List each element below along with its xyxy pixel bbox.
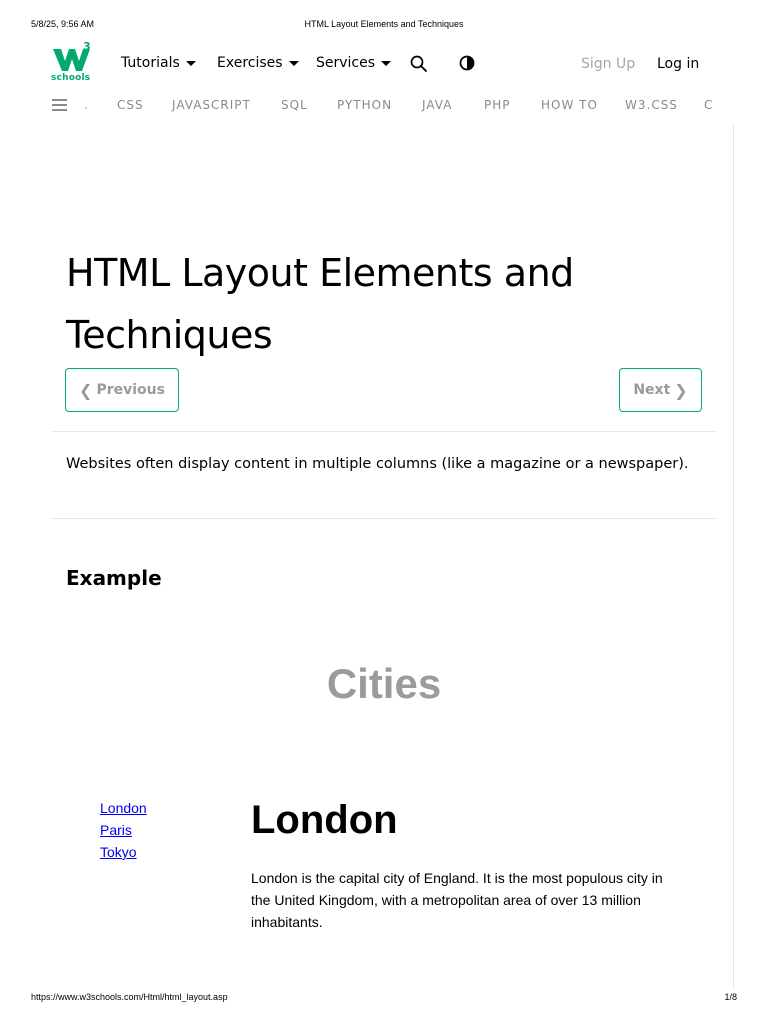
print-doc-title: HTML Layout Elements and Techniques xyxy=(304,19,464,29)
top-navbar: 3 schools Tutorials Exercises Services S… xyxy=(0,40,768,90)
print-page-number: 1/8 xyxy=(724,992,737,1002)
page-title: HTML Layout Elements and Techniques xyxy=(66,242,706,366)
subnav-item-w3css[interactable]: W3.CSS xyxy=(625,98,678,112)
caret-down-icon xyxy=(185,61,196,66)
example-heading: Example xyxy=(66,566,162,590)
divider xyxy=(51,518,717,519)
city-description: London is the capital city of England. I… xyxy=(251,870,663,930)
divider xyxy=(51,431,717,432)
content-right-border xyxy=(733,124,734,990)
next-button[interactable]: Next ❯ xyxy=(619,368,702,412)
subnav-item-html[interactable]: . xyxy=(84,98,89,112)
city-link-paris[interactable]: Paris xyxy=(100,819,147,841)
city-nav: London Paris Tokyo xyxy=(100,797,147,863)
print-header: 5/8/25, 9:56 AM HTML Layout Elements and… xyxy=(0,19,768,33)
page-title-line1: HTML Layout Elements and xyxy=(66,251,574,295)
tutorials-menu[interactable]: Tutorials xyxy=(121,55,196,71)
contrast-icon[interactable] xyxy=(458,54,478,74)
subnav-item-c[interactable]: C xyxy=(704,98,713,112)
subnav-item-javascript[interactable]: JAVASCRIPT xyxy=(172,98,251,112)
caret-down-icon xyxy=(381,61,392,66)
log-in-link[interactable]: Log in xyxy=(657,56,699,72)
city-title: London xyxy=(251,798,398,842)
subnav-item-python[interactable]: PYTHON xyxy=(337,98,392,112)
sign-up-link[interactable]: Sign Up xyxy=(581,56,635,72)
previous-button-label: Previous xyxy=(96,382,165,398)
subnav-item-php[interactable]: PHP xyxy=(484,98,511,112)
caret-down-icon xyxy=(288,61,299,66)
chevron-right-icon: ❯ xyxy=(674,380,688,400)
tutorials-menu-label: Tutorials xyxy=(121,55,180,71)
intro-paragraph: Websites often display content in multip… xyxy=(66,456,689,472)
city-link-tokyo[interactable]: Tokyo xyxy=(100,841,147,863)
subnav-bar: . CSS JAVASCRIPT SQL PYTHON JAVA PHP HOW… xyxy=(0,92,768,120)
search-icon[interactable] xyxy=(409,54,429,74)
logo-superscript: 3 xyxy=(83,40,91,53)
subnav-item-java[interactable]: JAVA xyxy=(422,98,452,112)
city-link-london[interactable]: London xyxy=(100,797,147,819)
exercises-menu[interactable]: Exercises xyxy=(217,55,299,71)
subnav-item-how-to[interactable]: HOW TO xyxy=(541,98,598,112)
chevron-left-icon: ❮ xyxy=(79,380,93,400)
menu-hamburger-icon[interactable] xyxy=(52,99,67,111)
exercises-menu-label: Exercises xyxy=(217,55,283,71)
w3schools-logo[interactable]: 3 schools xyxy=(50,40,94,85)
services-menu-label: Services xyxy=(316,55,376,71)
page-title-line2: Techniques xyxy=(66,313,273,357)
services-menu[interactable]: Services xyxy=(316,55,392,71)
previous-button[interactable]: ❮ Previous xyxy=(65,368,179,412)
subnav-item-sql[interactable]: SQL xyxy=(281,98,308,112)
subnav-item-css[interactable]: CSS xyxy=(117,98,144,112)
print-url: https://www.w3schools.com/Html/html_layo… xyxy=(31,992,228,1002)
next-button-label: Next xyxy=(633,382,671,398)
example-header-cities: Cities xyxy=(326,660,442,707)
logo-text: schools xyxy=(51,73,91,83)
